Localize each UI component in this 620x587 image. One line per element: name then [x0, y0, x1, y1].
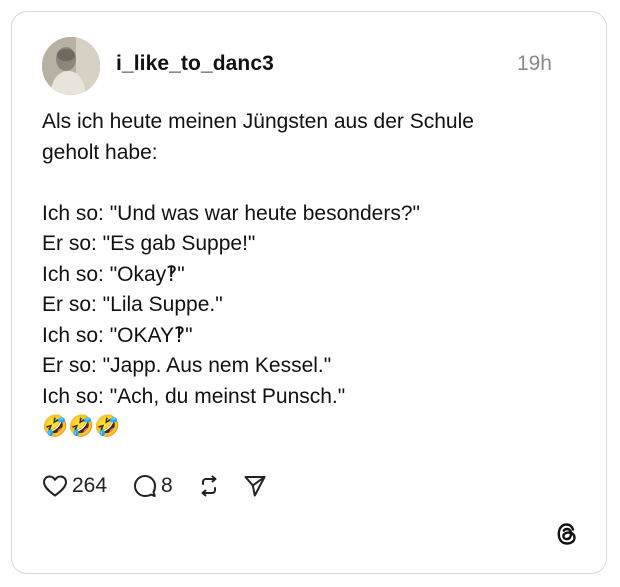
like-button[interactable]: 264	[42, 474, 107, 498]
post-text-emoji-line: 🤣🤣🤣	[42, 415, 121, 438]
send-icon	[243, 474, 267, 498]
post-card: i_like_to_danc3 19h Als ich heute meinen…	[11, 11, 607, 574]
reply-count: 8	[161, 474, 173, 497]
username[interactable]: i_like_to_danc3	[116, 52, 274, 76]
post-text-line: Er so: "Es gab Suppe!"	[42, 232, 256, 255]
post-text-line: Ich so: "Und was war heute besonders?"	[42, 201, 420, 225]
post-text-line: Er so: "Japp. Aus nem Kessel."	[42, 354, 332, 377]
reply-button[interactable]: 8	[133, 474, 173, 498]
post-text: Als ich heute meinen Jüngsten aus der Sc…	[42, 107, 562, 443]
post-timestamp: 19h	[516, 52, 552, 75]
post-text-line: Ich so: "Ach, du meinst Punsch."	[42, 384, 346, 408]
post-text-line: Er so: "Lila Suppe."	[42, 293, 223, 316]
repost-icon	[197, 474, 221, 498]
like-count: 264	[72, 474, 108, 497]
heart-icon	[42, 474, 68, 498]
post-text-line	[42, 168, 562, 199]
post-text-line: Als ich heute meinen Jüngsten aus der Sc…	[42, 110, 474, 133]
avatar[interactable]	[42, 37, 100, 95]
avatar-photo	[42, 37, 100, 95]
post-text-line: Ich so: "OKAY‽"	[42, 323, 193, 347]
threads-logo-icon	[554, 521, 580, 547]
post-text-line: geholt habe:	[42, 140, 158, 164]
comment-icon	[133, 474, 157, 498]
post-text-line: Ich so: "Okay‽"	[42, 262, 185, 286]
action-bar: 264 8	[42, 469, 267, 503]
repost-button[interactable]	[197, 474, 221, 498]
share-button[interactable]	[243, 474, 267, 498]
